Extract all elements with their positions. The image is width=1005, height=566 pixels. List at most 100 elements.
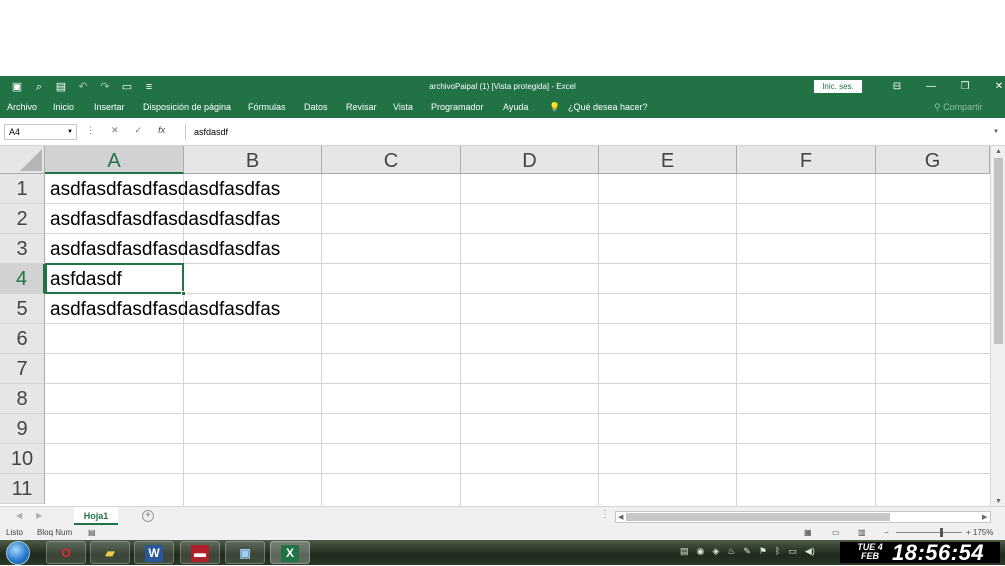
scroll-down-icon[interactable]: ▼ xyxy=(995,498,1002,505)
sheet-tab-hoja1[interactable]: Hoja1 xyxy=(74,507,118,525)
fill-handle[interactable] xyxy=(181,291,186,296)
network-icon[interactable]: ▤ xyxy=(680,546,689,557)
row-header-9[interactable]: 9 xyxy=(0,414,45,444)
row-header-7[interactable]: 7 xyxy=(0,354,45,384)
tab-archivo[interactable]: Archivo xyxy=(7,102,37,112)
next-sheet-icon[interactable]: ▶ xyxy=(36,511,42,520)
more-icon: ⋮ xyxy=(86,125,95,135)
row-header-8[interactable]: 8 xyxy=(0,384,45,414)
splitter-handle-icon[interactable]: ⋮ xyxy=(600,509,610,520)
row-header-11[interactable]: 11 xyxy=(0,474,45,504)
shield-icon[interactable]: ◈ xyxy=(712,546,719,557)
scroll-up-icon[interactable]: ▲ xyxy=(995,148,1002,155)
row-header-3[interactable]: 3 xyxy=(0,234,45,264)
add-sheet-icon[interactable]: + xyxy=(142,510,154,522)
sheet-navigation: ◀ ▶ xyxy=(16,511,42,520)
column-header-g[interactable]: G xyxy=(876,146,990,174)
bluetooth-icon[interactable]: ᛒ xyxy=(775,546,780,557)
tab-insertar[interactable]: Insertar xyxy=(94,102,125,112)
scroll-right-icon[interactable]: ▶ xyxy=(982,513,987,521)
whatsapp-icon[interactable]: ◉ xyxy=(697,546,705,557)
zoom-level[interactable]: + 175% xyxy=(966,528,993,537)
sign-in-button[interactable]: Inic. ses. xyxy=(814,80,862,93)
share-button[interactable]: ⚲ Compartir xyxy=(934,102,983,113)
chevron-down-icon[interactable]: ▼ xyxy=(67,125,73,139)
tab-revisar[interactable]: Revisar xyxy=(346,102,377,112)
tab-ayuda[interactable]: Ayuda xyxy=(503,102,528,112)
title-bar: ▣ ⌕ ▤ ↶ ↷ ▭ ≡ archivoPaipal (1) [Vista p… xyxy=(0,76,1005,98)
zoom-slider[interactable] xyxy=(896,532,962,533)
gridline xyxy=(45,383,990,384)
cell-a5[interactable]: asdfasdfasdfasdasdfasdfas xyxy=(50,294,280,324)
gridline xyxy=(45,473,990,474)
vertical-scrollbar[interactable]: ▲ ▼ xyxy=(990,146,1005,508)
enter-icon[interactable]: ✓ xyxy=(135,125,143,136)
flame-icon[interactable]: ♨ xyxy=(727,546,735,557)
display-icon[interactable]: ▭ xyxy=(788,546,797,557)
zoom-slider-knob[interactable] xyxy=(940,528,943,537)
ribbon-tabs: Archivo Inicio Insertar Disposición de p… xyxy=(0,98,1005,118)
folder-icon: ▰ xyxy=(105,546,115,560)
column-header-c[interactable]: C xyxy=(322,146,461,174)
tab-formulas[interactable]: Fórmulas xyxy=(248,102,286,112)
blank-area xyxy=(0,0,1005,76)
page-break-view-icon[interactable]: ▥ xyxy=(858,528,866,537)
volume-icon[interactable]: ◀) xyxy=(805,546,815,557)
column-header-a[interactable]: A xyxy=(45,146,184,174)
taskbar-excel[interactable]: X xyxy=(270,541,310,564)
row-header-4[interactable]: 4 xyxy=(0,264,45,294)
tell-me-search[interactable]: ¿Qué desea hacer? xyxy=(568,102,648,112)
vertical-scroll-thumb[interactable] xyxy=(994,158,1003,344)
row-header-5[interactable]: 5 xyxy=(0,294,45,324)
taskbar-media[interactable]: ▬ xyxy=(180,541,220,564)
page-layout-view-icon[interactable]: ▭ xyxy=(832,528,840,537)
tab-disposicion[interactable]: Disposición de página xyxy=(143,102,231,112)
previous-sheet-icon[interactable]: ◀ xyxy=(16,511,22,520)
pen-icon[interactable]: ✎ xyxy=(743,546,751,557)
column-header-e[interactable]: E xyxy=(599,146,737,174)
cancel-icon[interactable]: ✕ xyxy=(111,125,119,136)
name-box[interactable]: A4 ▼ xyxy=(4,124,77,140)
zoom-out-icon[interactable]: − xyxy=(884,528,889,537)
ribbon-display-icon[interactable]: ⊟ xyxy=(880,78,914,96)
worksheet-grid[interactable]: A B C D E F G 1 2 3 4 5 6 7 8 9 10 11 as… xyxy=(0,146,990,506)
row-header-6[interactable]: 6 xyxy=(0,324,45,354)
person-icon: ⚲ xyxy=(934,102,944,112)
scroll-left-icon[interactable]: ◀ xyxy=(618,513,623,521)
column-header-b[interactable]: B xyxy=(184,146,322,174)
tab-vista[interactable]: Vista xyxy=(393,102,413,112)
minimize-icon[interactable]: — xyxy=(914,78,948,96)
macro-record-icon[interactable]: ▤ xyxy=(88,528,96,537)
column-header-d[interactable]: D xyxy=(461,146,599,174)
gridline xyxy=(321,174,322,506)
cell-a2[interactable]: asdfasdfasdfasdasdfasdfas xyxy=(50,204,280,234)
tab-programador[interactable]: Programador xyxy=(431,102,484,112)
horizontal-scroll-thumb[interactable] xyxy=(626,513,890,521)
taskbar-opera[interactable]: O xyxy=(46,541,86,564)
windows-taskbar: O ▰ W ▬ ▣ X ▤ ◉ ◈ ♨ ✎ ⚑ ᛒ ▭ ◀) TUE 4 FEB… xyxy=(0,540,1005,565)
opera-icon: O xyxy=(61,546,71,560)
column-header-f[interactable]: F xyxy=(737,146,876,174)
normal-view-icon[interactable]: ▦ xyxy=(804,528,812,537)
close-icon[interactable]: ✕ xyxy=(982,78,1005,96)
select-all-button[interactable] xyxy=(0,146,45,174)
start-button[interactable] xyxy=(6,541,30,565)
gridline xyxy=(460,174,461,506)
restore-icon[interactable]: ❐ xyxy=(948,78,982,96)
taskbar-file-explorer[interactable]: ▰ xyxy=(90,541,130,564)
tab-datos[interactable]: Datos xyxy=(304,102,328,112)
cell-a1[interactable]: asdfasdfasdfasdasdfasdfas xyxy=(50,174,280,204)
horizontal-scrollbar[interactable]: ◀ ▶ xyxy=(615,511,991,523)
row-header-1[interactable]: 1 xyxy=(0,174,45,204)
expand-formula-icon[interactable]: ▼ xyxy=(993,129,999,135)
taskbar-remote-desktop[interactable]: ▣ xyxy=(225,541,265,564)
formula-input[interactable]: asfdasdf xyxy=(185,124,997,140)
row-header-2[interactable]: 2 xyxy=(0,204,45,234)
cell-a3[interactable]: asdfasdfasdfasdasdfasdfas xyxy=(50,234,280,264)
taskbar-word[interactable]: W xyxy=(134,541,174,564)
flag-icon[interactable]: ⚑ xyxy=(759,546,767,557)
insert-function-button[interactable]: fx xyxy=(158,125,165,136)
taskbar-clock[interactable]: TUE 4 FEB 18:56:54 xyxy=(840,540,1000,565)
tab-inicio[interactable]: Inicio xyxy=(53,102,74,112)
row-header-10[interactable]: 10 xyxy=(0,444,45,474)
